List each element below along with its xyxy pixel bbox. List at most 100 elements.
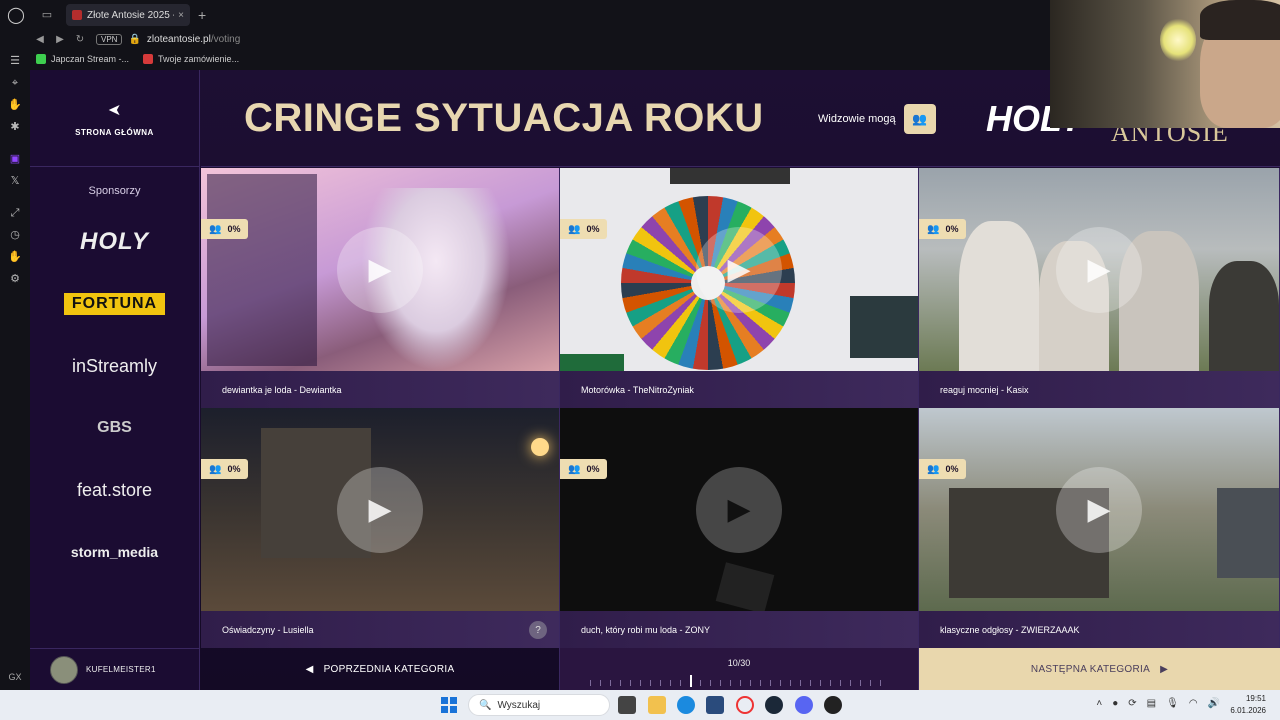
opera-logo-icon[interactable]: ◯ <box>0 0 32 30</box>
viewers-toggle[interactable]: Widzowie mogą 👥 <box>818 104 936 134</box>
clip-caption-text: Oświadczyny - Lusiella <box>222 624 314 635</box>
vote-percent-badge: 👥 0% <box>560 219 608 239</box>
clip-card[interactable]: 👥 0% ▶ dewiantka je loda - Dewiantka <box>201 168 560 408</box>
play-icon[interactable]: ▶ <box>1056 466 1142 553</box>
play-icon[interactable]: ▶ <box>1056 226 1142 313</box>
forward-icon[interactable]: ▶ <box>50 34 70 45</box>
clip-thumbnail[interactable]: 👥 0% ▶ <box>201 168 559 371</box>
lock-icon[interactable]: 🔒 <box>128 34 140 45</box>
browser-sidebar: ☰ ⌖ ✋ ✱ ▣ 𝕏 ⤢ ◷ ✋ ⚙ GX <box>0 30 30 690</box>
wifi-icon[interactable]: ◠ <box>1189 698 1198 709</box>
stream-overlay <box>670 168 790 184</box>
start-icon[interactable] <box>441 697 457 713</box>
x-icon[interactable]: 𝕏 <box>0 170 30 192</box>
play-icon[interactable]: ▶ <box>337 226 423 313</box>
history-icon[interactable]: ◷ <box>0 224 30 246</box>
file-explorer-icon[interactable] <box>648 696 666 714</box>
previous-category-button[interactable]: ◀ POPRZEDNIA KATEGORIA <box>201 648 560 690</box>
browser-tab[interactable]: Złote Antosie 2025 - Najw × <box>66 4 190 26</box>
clip-card[interactable]: 👥 0% ▶ Motorówka - TheNitroZyniak <box>560 168 919 408</box>
new-tab-button[interactable]: + <box>198 7 206 23</box>
sponsors-title: Sponsorzy <box>88 185 141 197</box>
chevron-up-icon[interactable]: ˄ <box>1096 698 1102 709</box>
sponsor-feat[interactable]: feat.store <box>30 459 199 521</box>
bookmark-label: Twoje zamówienie... <box>158 54 240 64</box>
category-navigation: ◀ POPRZEDNIA KATEGORIA 10/30 NASTĘPNA KA… <box>201 648 1280 690</box>
twitch-icon[interactable]: ▣ <box>0 148 30 170</box>
chat-overlay <box>207 174 317 366</box>
taskbar-search[interactable]: 🔍 Wyszukaj <box>468 694 610 716</box>
url-domain: zloteantosie.pl <box>146 33 211 45</box>
snapshot-icon[interactable]: ✱ <box>0 116 30 138</box>
home-link[interactable]: ➤ STRONA GŁÓWNA <box>30 70 199 167</box>
system-tray: ˄ ● ⟳ ▤ 🎙 ◠ 🔊 <box>1096 698 1220 709</box>
clip-thumbnail[interactable]: 👥 0% ▶ <box>201 408 559 611</box>
users-icon: 👥 <box>927 223 940 235</box>
notification-icon[interactable]: ● <box>1112 698 1118 709</box>
sponsor-gbs[interactable]: GBS <box>30 397 199 459</box>
clip-card[interactable]: 👥 0% ▶ reaguj mocniej - Kasix <box>919 168 1280 408</box>
sponsor-fortuna[interactable]: FORTUNA <box>30 273 199 335</box>
play-icon[interactable]: ▶ <box>337 466 423 553</box>
volume-icon[interactable]: 🔊 <box>1208 698 1220 709</box>
clip-card[interactable]: 👥 0% ▶ klasyczne odgłosy - ZWIERZAAAK <box>919 408 1280 648</box>
taskbar-clock[interactable]: 19:51 6.01.2026 <box>1230 693 1266 717</box>
search-icon: 🔍 <box>479 699 492 711</box>
back-icon[interactable]: ◀ <box>30 34 50 45</box>
user-profile[interactable]: KUFELMEISTER1 <box>30 648 200 690</box>
navigation-icon[interactable]: ⌖ <box>0 72 30 94</box>
sponsor-storm[interactable]: storm_media <box>30 521 199 583</box>
progress-marker <box>689 675 692 687</box>
clip-thumbnail[interactable]: 👥 0% ▶ <box>560 408 918 611</box>
clip-card[interactable]: 👥 0% ▶ Oświadczyny - Lusiella ? <box>201 408 560 648</box>
opera-gx-icon[interactable] <box>736 696 754 714</box>
tab-title: Złote Antosie 2025 - Najw <box>87 9 174 21</box>
play-icon[interactable]: ▶ <box>696 226 782 313</box>
extensions-icon[interactable]: ✋ <box>0 94 30 116</box>
mods-icon[interactable]: ✋ <box>0 246 30 268</box>
site-sidebar: ➤ STRONA GŁÓWNA Sponsorzy HOLY FORTUNA i… <box>30 70 200 690</box>
workspaces-icon[interactable]: ☰ <box>0 50 30 72</box>
app-icon[interactable] <box>824 696 842 714</box>
sponsor-instreamly[interactable]: inStreamly <box>30 335 199 397</box>
sponsor-holy-logo: HOLY <box>80 228 149 255</box>
next-category-button[interactable]: NASTĘPNA KATEGORIA ▶ <box>919 648 1280 690</box>
users-icon[interactable]: 👥 <box>903 104 936 134</box>
bookmark-item[interactable]: Twoje zamówienie... <box>143 54 239 64</box>
clip-caption: dewiantka je loda - Dewiantka <box>201 371 559 408</box>
progress-count: 10/30 <box>727 658 751 668</box>
discord-icon[interactable] <box>795 696 813 714</box>
clip-thumbnail[interactable]: 👥 0% ▶ <box>919 408 1279 611</box>
sync-icon[interactable]: ⟳ <box>1128 698 1136 709</box>
page-title: CRINGE SYTUACJA ROKU <box>244 95 764 140</box>
gx-label[interactable]: GX <box>0 672 30 682</box>
vpn-badge[interactable]: VPN <box>96 33 123 45</box>
lamp <box>1160 18 1196 62</box>
close-tab-icon[interactable]: × <box>178 10 184 21</box>
clip-caption: klasyczne odgłosy - ZWIERZAAAK <box>919 611 1279 648</box>
steam-icon[interactable] <box>765 696 783 714</box>
sponsor-feat-logo: feat.store <box>76 479 153 500</box>
pin-icon[interactable]: ⤢ <box>0 202 30 224</box>
search-placeholder: Wyszukaj <box>497 699 541 711</box>
mic-icon[interactable]: 🎙 <box>1166 698 1179 709</box>
tab-switcher-icon[interactable]: ▭ <box>38 8 56 22</box>
arrow-left-icon: ◀ <box>305 663 314 675</box>
store-icon[interactable] <box>706 696 724 714</box>
network-icon[interactable]: ▤ <box>1147 698 1156 709</box>
bookmark-item[interactable]: Japczan Stream -... <box>36 54 129 64</box>
vote-percent: 0% <box>227 464 241 474</box>
sponsor-holy[interactable]: HOLY <box>30 211 199 273</box>
edge-icon[interactable] <box>677 696 695 714</box>
clip-thumbnail[interactable]: 👥 0% ▶ <box>919 168 1279 371</box>
help-icon[interactable]: ? <box>529 621 547 639</box>
settings-icon[interactable]: ⚙ <box>0 268 30 290</box>
sponsor-gbs-logo: GBS <box>97 419 132 436</box>
clip-thumbnail[interactable]: 👥 0% ▶ <box>560 168 918 371</box>
reload-icon[interactable]: ↻ <box>70 34 90 45</box>
users-icon: 👥 <box>209 463 222 475</box>
task-view-icon[interactable] <box>618 696 636 714</box>
url-field[interactable]: zloteantosie.pl/voting <box>147 34 240 45</box>
clip-card[interactable]: 👥 0% ▶ duch, który robi mu loda - ZONY <box>560 408 919 648</box>
play-icon[interactable]: ▶ <box>696 466 782 553</box>
